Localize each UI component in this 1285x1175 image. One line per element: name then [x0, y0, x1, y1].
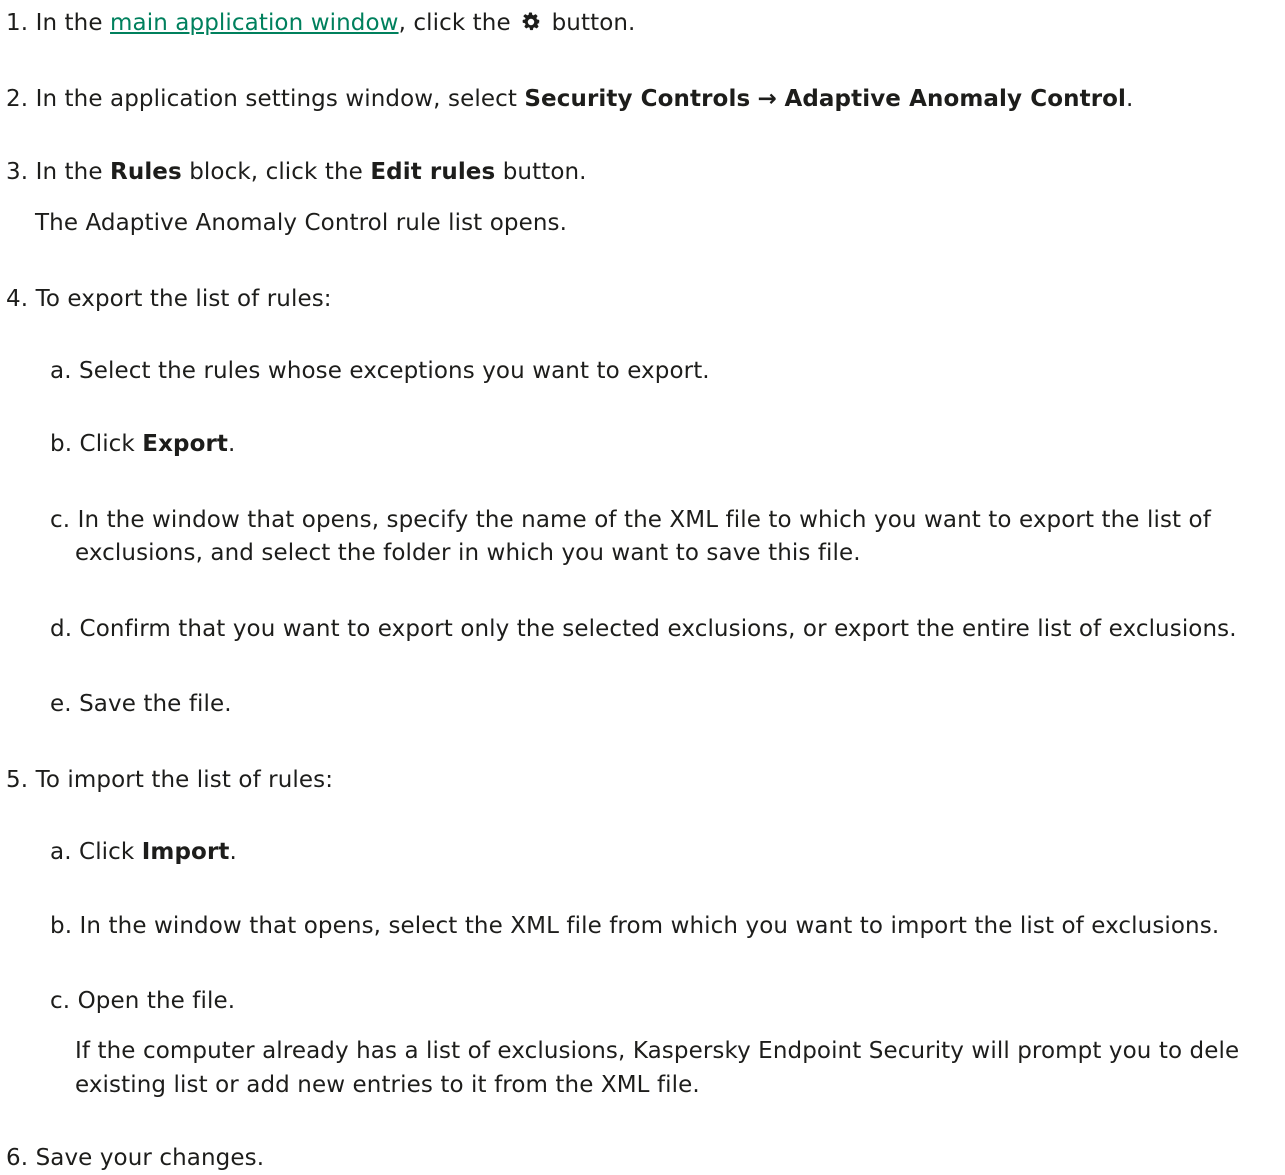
- step-text: .: [1126, 86, 1134, 112]
- import-label: Import: [141, 839, 230, 865]
- step-4e: e. Save the file.: [50, 689, 232, 719]
- arrow: →: [757, 86, 778, 112]
- step-number: 2.: [6, 86, 29, 112]
- step-text: In the: [35, 10, 103, 36]
- substep-label: b.: [50, 913, 73, 939]
- step-text: In the: [35, 159, 103, 185]
- substep-label: b.: [50, 431, 73, 457]
- step-text: To export the list of rules:: [35, 286, 332, 312]
- substep-text: Confirm that you want to export only the…: [79, 616, 1237, 642]
- step-text: Save your changes.: [35, 1145, 265, 1171]
- step-4c-continued: exclusions, and select the folder in whi…: [75, 540, 861, 566]
- step-text: button.: [502, 159, 587, 185]
- substep-text: Select the rules whose exceptions you wa…: [79, 358, 710, 384]
- step-4d: d. Confirm that you want to export only …: [50, 614, 1237, 644]
- step-5: 5. To import the list of rules:: [6, 765, 333, 795]
- gear-icon: [522, 12, 540, 31]
- substep-text: In the window that opens, select the XML…: [79, 913, 1220, 939]
- substep-label: c.: [50, 988, 71, 1014]
- step-number: 5.: [6, 767, 29, 793]
- substep-text: .: [229, 839, 237, 865]
- step-5b: b. In the window that opens, select the …: [50, 911, 1219, 941]
- substep-label: c.: [50, 507, 71, 533]
- step-4a: a. Select the rules whose exceptions you…: [50, 356, 710, 386]
- step-number: 1.: [6, 10, 29, 36]
- rules-block-label: Rules: [110, 159, 182, 185]
- substep-text: Click: [79, 839, 135, 865]
- step-text: In the application settings window, sele…: [35, 86, 517, 112]
- step-4: 4. To export the list of rules:: [6, 284, 332, 314]
- main-application-window-link[interactable]: main application window: [110, 10, 399, 36]
- substep-text: Click: [79, 431, 135, 457]
- step-5c-note-line1: If the computer already has a list of ex…: [75, 1038, 1240, 1064]
- step-5a: a. Click Import.: [50, 837, 237, 867]
- step-number: 4.: [6, 286, 29, 312]
- adaptive-anomaly-control-label: Adaptive Anomaly Control: [784, 86, 1127, 112]
- step-text: To import the list of rules:: [35, 767, 334, 793]
- step-text: block, click the: [189, 159, 363, 185]
- step-2: 2. In the application settings window, s…: [6, 84, 1133, 114]
- substep-text: Save the file.: [79, 691, 232, 717]
- step-text: button.: [551, 10, 636, 36]
- step-text: , click the: [398, 10, 511, 36]
- substep-label: d.: [50, 616, 73, 642]
- substep-text: In the window that opens, specify the na…: [77, 507, 1211, 533]
- step-5c: c. Open the file.: [50, 986, 235, 1016]
- substep-text: .: [228, 431, 236, 457]
- step-6: 6. Save your changes.: [6, 1143, 264, 1173]
- step-4b: b. Click Export.: [50, 429, 235, 459]
- step-3: 3. In the Rules block, click the Edit ru…: [6, 157, 587, 187]
- step-5c-note-line2: existing list or add new entries to it f…: [75, 1072, 700, 1098]
- substep-text: Open the file.: [77, 988, 236, 1014]
- export-label: Export: [142, 431, 229, 457]
- security-controls-label: Security Controls: [524, 86, 751, 112]
- step-number: 3.: [6, 159, 29, 185]
- substep-label: a.: [50, 839, 72, 865]
- substep-label: a.: [50, 358, 72, 384]
- substep-label: e.: [50, 691, 72, 717]
- step-4c: c. In the window that opens, specify the…: [50, 505, 1211, 535]
- step-3-note: The Adaptive Anomaly Control rule list o…: [35, 210, 568, 236]
- edit-rules-label: Edit rules: [370, 159, 496, 185]
- step-1: 1. In the main application window, click…: [6, 8, 635, 38]
- step-number: 6.: [6, 1145, 29, 1171]
